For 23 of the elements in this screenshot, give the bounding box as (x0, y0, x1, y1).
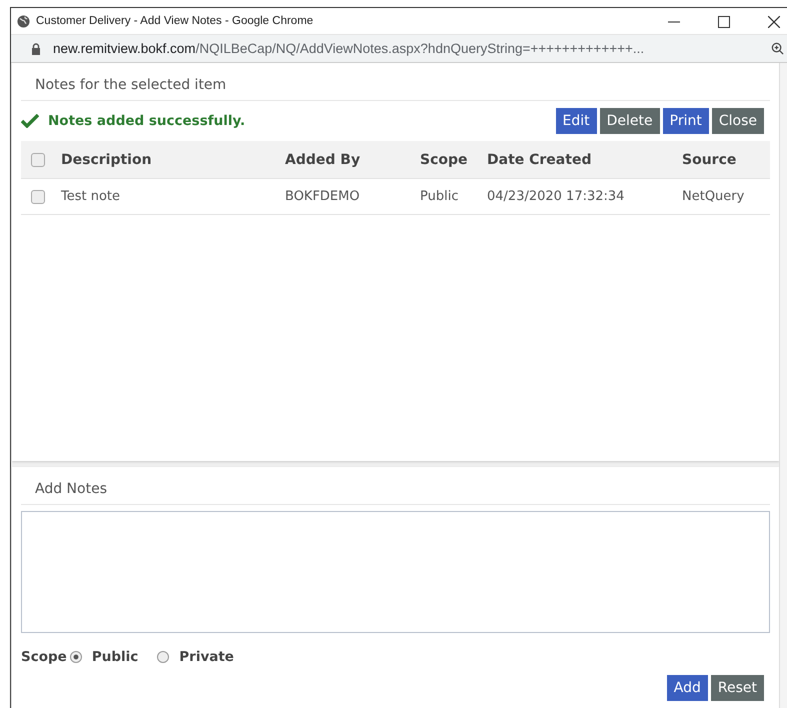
table-cell-text: Public (420, 189, 460, 204)
radio-label[interactable]: Private (179, 649, 234, 665)
action-button[interactable]: Add (666, 675, 708, 701)
success-message: Notes added successfully. (48, 113, 246, 129)
column-header[interactable]: Description (61, 152, 285, 168)
scope-label: Scope (21, 649, 67, 665)
table-cell-text: BOKFDEMO (285, 189, 361, 204)
action-button[interactable]: Reset (710, 675, 764, 701)
table-cell-text: NetQuery (682, 189, 746, 204)
panel-title: Notes for the selected item (35, 77, 226, 93)
action-button[interactable]: Delete (600, 108, 660, 134)
column-header[interactable]: Scope (420, 152, 487, 168)
column-header[interactable]: Source (682, 152, 770, 168)
window-title: Customer Delivery - Add View Notes - Google Chrome (36, 15, 314, 27)
radio-label[interactable]: Public (92, 649, 138, 665)
table-cell-text: 04/23/2020 17:32:34 (487, 189, 626, 204)
table-cell-text: Test note (61, 189, 122, 204)
column-header[interactable]: Added By (285, 152, 420, 168)
action-button[interactable]: Close (712, 108, 764, 134)
column-header[interactable]: Date Created (487, 152, 682, 168)
panel-title: Add Notes (35, 481, 107, 497)
action-button[interactable]: Edit (556, 108, 597, 134)
action-button[interactable]: Print (662, 108, 709, 134)
